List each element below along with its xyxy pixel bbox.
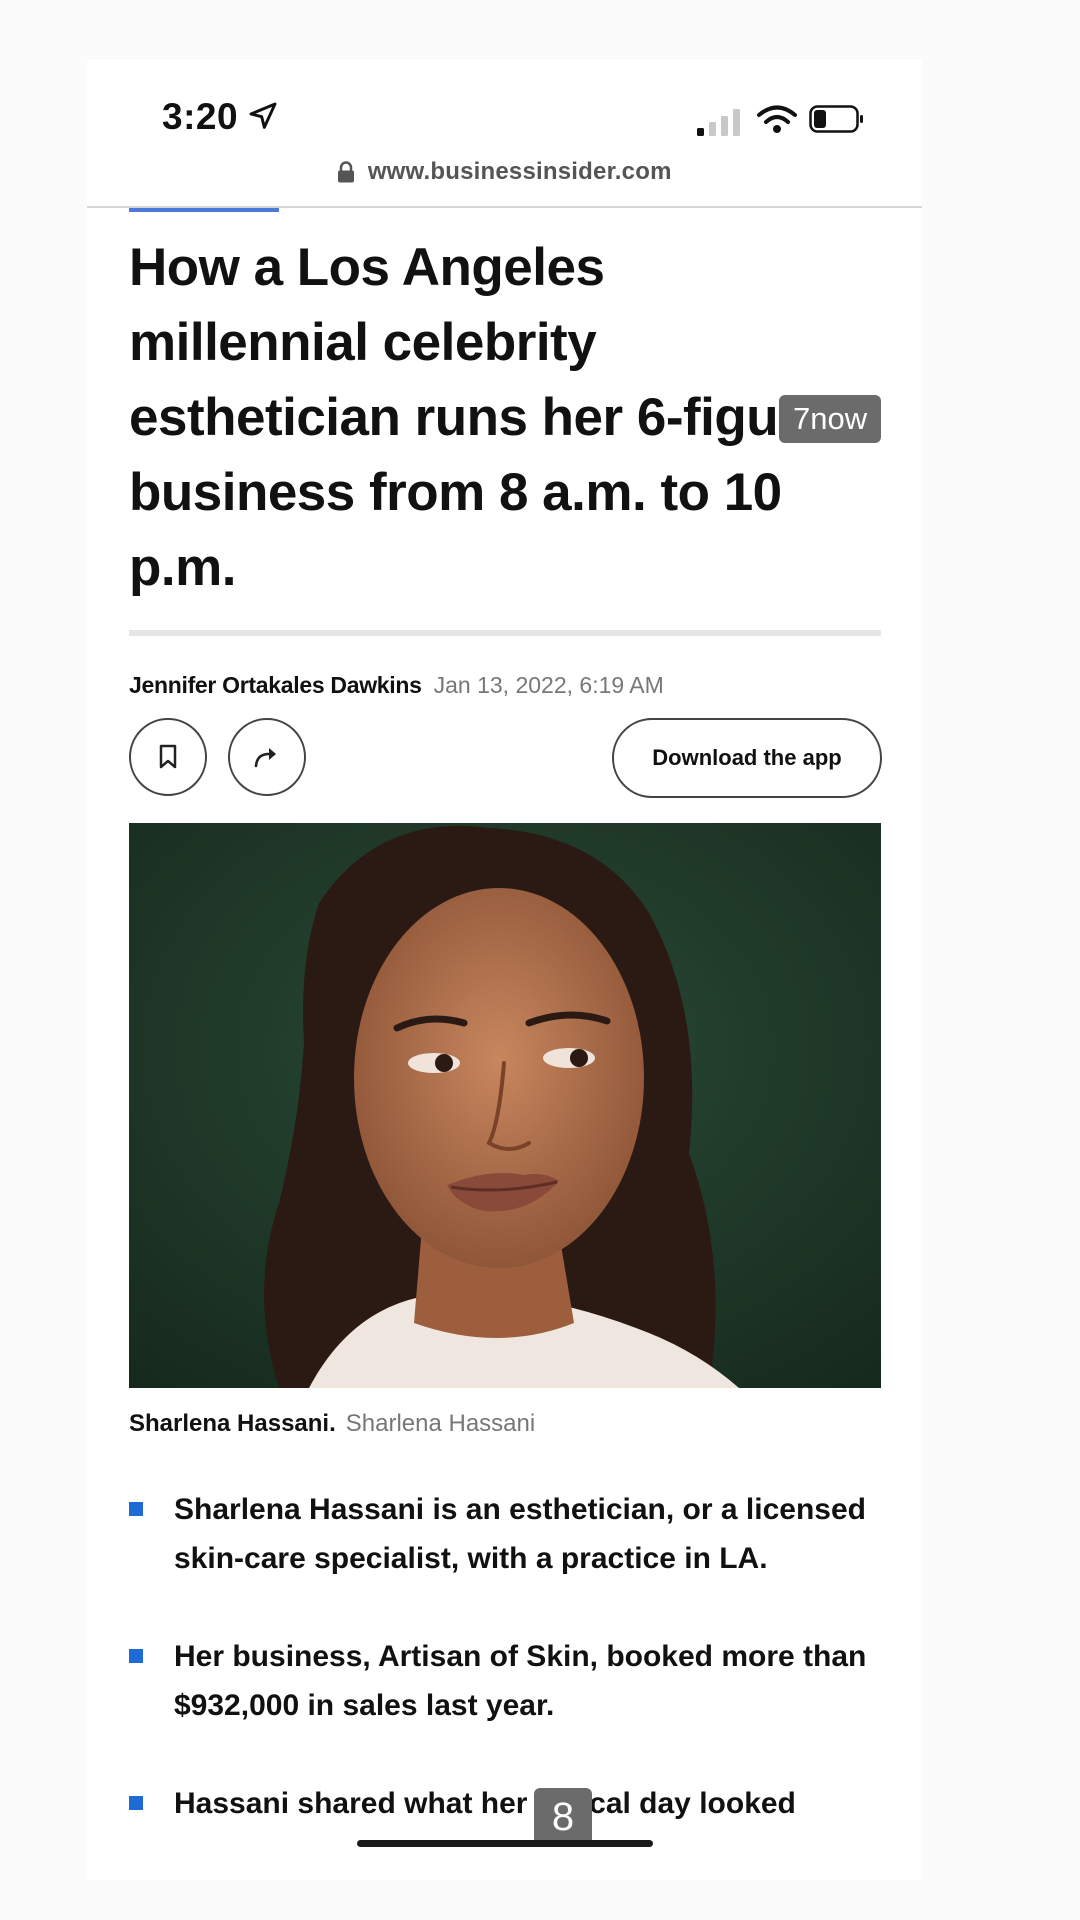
bookmark-button[interactable] (129, 718, 207, 796)
phone-screen: 3:20 www.businessinsider.com How a Los A… (87, 60, 922, 1880)
share-button[interactable] (228, 718, 306, 796)
caption-name: Sharlena Hassani. (129, 1410, 336, 1437)
article-headline: How a Los Angeles millennial celebrity e… (129, 238, 828, 597)
page-load-progress (129, 208, 279, 212)
author-name[interactable]: Jennifer Ortakales Dawkins (129, 672, 422, 698)
bullet-square-icon (129, 1502, 143, 1516)
url-text: www.businessinsider.com (367, 158, 672, 185)
bookmark-icon (159, 744, 177, 769)
bullet-square-icon (129, 1796, 143, 1810)
notification-toast: 7now (779, 395, 882, 443)
article-photo (129, 823, 881, 1388)
caption-credit: Sharlena Hassani (345, 1410, 536, 1437)
share-icon (254, 748, 276, 768)
key-point-text: Her business, Artisan of Skin, booked mo… (174, 1640, 867, 1722)
key-point-text: Sharlena Hassani is an esthetician, or a… (174, 1493, 866, 1575)
key-point: Her business, Artisan of Skin, booked mo… (129, 1632, 881, 1730)
address-bar[interactable]: www.businessinsider.com (87, 158, 922, 206)
lock-icon (338, 161, 355, 183)
location-arrow-icon (249, 102, 277, 129)
key-points-list: Sharlena Hassani is an esthetician, or a… (129, 1485, 881, 1877)
signal-icon (697, 109, 740, 136)
key-point-text: Hassani shared what her typical day look… (174, 1787, 796, 1820)
photo-caption: Sharlena Hassani. Sharlena Hassani (129, 1410, 535, 1438)
key-point: Hassani shared what her typical day look… (129, 1779, 881, 1828)
download-app-button[interactable]: Download the app (612, 718, 882, 798)
page-number-badge: 8 (534, 1788, 592, 1846)
byline: Jennifer Ortakales Dawkins Jan 13, 2022, … (129, 672, 664, 699)
status-time: 3:20 (162, 96, 239, 137)
home-indicator[interactable] (357, 1840, 653, 1847)
wifi-icon (757, 105, 797, 133)
battery-icon (809, 105, 863, 133)
headline-divider (129, 630, 881, 636)
key-point: Sharlena Hassani is an esthetician, or a… (129, 1485, 881, 1583)
bullet-square-icon (129, 1649, 143, 1663)
publish-date: Jan 13, 2022, 6:19 AM (433, 672, 664, 698)
